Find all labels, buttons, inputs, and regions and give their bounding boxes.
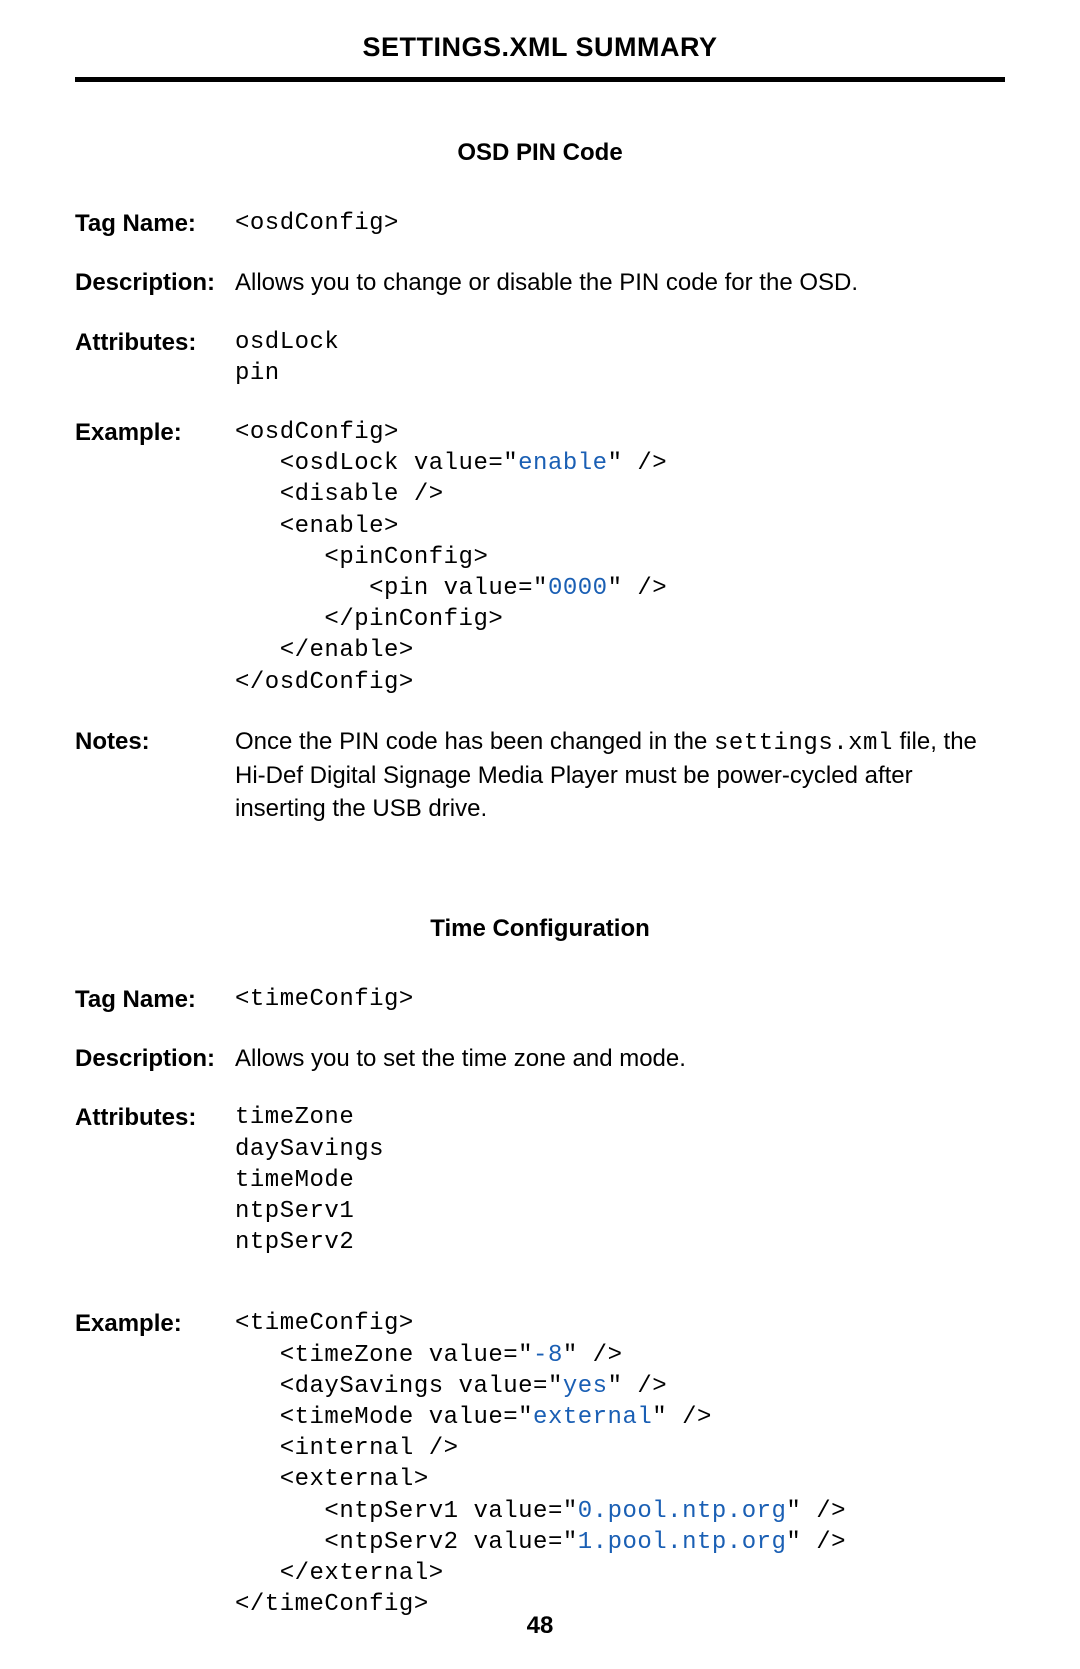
value-description-1: Allows you to change or disable the PIN … [235,267,1005,298]
attr-item: ntpServ2 [235,1227,1005,1258]
value-description-2: Allows you to set the time zone and mode… [235,1043,1005,1074]
label-tag-name: Tag Name: [75,984,235,1015]
label-description: Description: [75,1043,235,1074]
row-example-2: Example: <timeConfig> <timeZone value="-… [75,1308,1005,1620]
row-description-1: Description: Allows you to change or dis… [75,267,1005,298]
section-title-osd-pin: OSD PIN Code [75,137,1005,168]
page-header: SETTINGS.XML SUMMARY [75,30,1005,82]
value-attributes-2: timeZone daySavings timeMode ntpServ1 nt… [235,1102,1005,1258]
attr-item: ntpServ1 [235,1196,1005,1227]
label-example: Example: [75,417,235,698]
code-example-2: <timeConfig> <timeZone value="-8" /> <da… [235,1308,1005,1620]
row-tag-name-1: Tag Name: <osdConfig> [75,208,1005,239]
attr-item: timeMode [235,1165,1005,1196]
label-example: Example: [75,1308,235,1620]
label-description: Description: [75,267,235,298]
label-tag-name: Tag Name: [75,208,235,239]
label-attributes: Attributes: [75,327,235,389]
page-number: 48 [0,1610,1080,1641]
row-notes-1: Notes: Once the PIN code has been change… [75,726,1005,825]
attr-item: daySavings [235,1134,1005,1165]
row-description-2: Description: Allows you to set the time … [75,1043,1005,1074]
value-tag-name-2: <timeConfig> [235,984,1005,1015]
attr-item: pin [235,358,1005,389]
attr-item: timeZone [235,1102,1005,1133]
attr-item: osdLock [235,327,1005,358]
value-attributes-1: osdLock pin [235,327,1005,389]
value-tag-name-1: <osdConfig> [235,208,1005,239]
label-attributes: Attributes: [75,1102,235,1258]
value-notes-1: Once the PIN code has been changed in th… [235,726,1005,825]
row-tag-name-2: Tag Name: <timeConfig> [75,984,1005,1015]
code-example-1: <osdConfig> <osdLock value="enable" /> <… [235,417,1005,698]
row-attributes-2: Attributes: timeZone daySavings timeMode… [75,1102,1005,1258]
section-title-time-config: Time Configuration [75,913,1005,944]
label-notes: Notes: [75,726,235,825]
row-attributes-1: Attributes: osdLock pin [75,327,1005,389]
row-example-1: Example: <osdConfig> <osdLock value="ena… [75,417,1005,698]
